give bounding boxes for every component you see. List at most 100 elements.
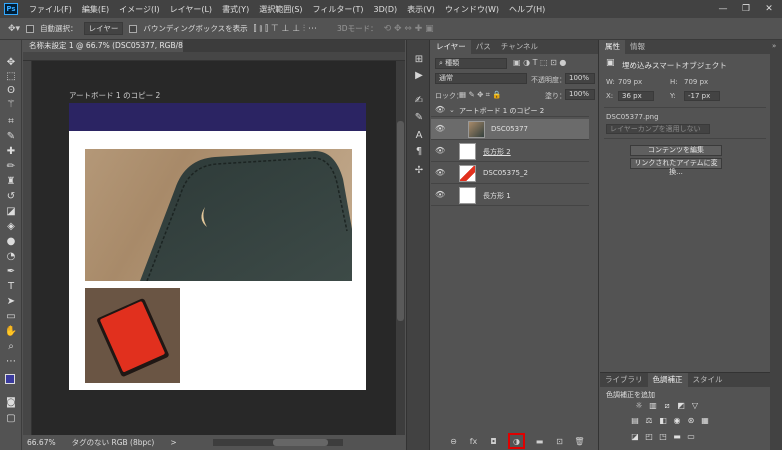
menu-file[interactable]: ファイル(F) — [24, 4, 77, 15]
align-icons[interactable]: ⫿ ⫾ ⫿ ⊤ ⊥ ⊥ ⫶ ⋯ — [254, 24, 317, 34]
artboard-group-row[interactable]: 👁 ⌄ アートボード 1 のコピー 2 — [431, 103, 589, 117]
h-value[interactable]: 709 px — [684, 78, 708, 86]
color-balance-icon[interactable]: ⚖ — [644, 416, 654, 426]
new-group-icon[interactable]: ▬ — [534, 436, 545, 447]
new-layer-icon[interactable]: ⊡ — [554, 436, 565, 447]
brush-settings-icon[interactable]: ✍ — [413, 95, 425, 107]
layer-row-rect-2[interactable]: 👁 長方形 2 — [431, 141, 589, 162]
zoom-tool-icon[interactable]: ⌕ — [3, 340, 19, 354]
screen-mode-icon[interactable]: ▢ — [3, 412, 19, 426]
tab-layers[interactable]: レイヤー — [431, 40, 471, 54]
visibility-eye-icon[interactable]: 👁 — [435, 191, 445, 199]
add-mask-icon[interactable]: ◘ — [488, 436, 499, 447]
move-tool-icon[interactable]: ✥▾ — [8, 24, 20, 34]
blur-tool-icon[interactable]: ● — [3, 235, 19, 249]
eraser-tool-icon[interactable]: ◪ — [3, 205, 19, 219]
status-arrow-icon[interactable]: > — [170, 438, 176, 447]
menu-select[interactable]: 選択範囲(S) — [254, 4, 307, 15]
threshold-icon[interactable]: ◳ — [658, 432, 668, 442]
filter-icons[interactable]: ▣ ◑ T ⬚ ⊡ ● — [513, 58, 566, 67]
lock-icons[interactable]: ▦ ✎ ✥ ⌗ 🔒 — [459, 90, 502, 100]
visibility-eye-icon[interactable]: 👁 — [435, 147, 445, 155]
invert-icon[interactable]: ◪ — [630, 432, 640, 442]
tab-info[interactable]: 情報 — [625, 40, 650, 54]
y-field[interactable]: -17 px — [684, 91, 720, 101]
menu-3d[interactable]: 3D(D) — [369, 5, 403, 14]
menu-filter[interactable]: フィルター(T) — [308, 4, 369, 15]
link-layers-icon[interactable]: ⊖ — [448, 436, 459, 447]
transform-icon[interactable]: ✢ — [413, 165, 425, 177]
convert-linked-button[interactable]: リンクされたアイテムに変換... — [630, 158, 722, 176]
layer-row-dsc05375-2[interactable]: 👁 DSC05375_2 — [431, 163, 589, 184]
path-select-icon[interactable]: ➤ — [3, 295, 19, 309]
gradient-tool-icon[interactable]: ◈ — [3, 220, 19, 234]
auto-select-checkbox[interactable] — [26, 24, 35, 33]
vibrance-icon[interactable]: ▽ — [690, 401, 700, 411]
tab-properties[interactable]: 属性 — [600, 40, 625, 54]
dodge-tool-icon[interactable]: ◔ — [3, 250, 19, 264]
tab-styles[interactable]: スタイル — [688, 373, 728, 387]
pen-tool-icon[interactable]: ✒ — [3, 265, 19, 279]
w-value[interactable]: 709 px — [618, 78, 642, 86]
blend-mode-dropdown[interactable]: 通常 — [435, 73, 527, 84]
photo-filter-icon[interactable]: ◉ — [672, 416, 682, 426]
posterize-icon[interactable]: ◰ — [644, 432, 654, 442]
curves-icon[interactable]: ⧄ — [662, 401, 672, 411]
history-icon[interactable]: ⊞ — [413, 54, 425, 66]
visibility-eye-icon[interactable]: 👁 — [435, 106, 445, 114]
levels-icon[interactable]: ▥ — [648, 401, 658, 411]
tab-adjustments[interactable]: 色調補正 — [647, 373, 688, 387]
x-field[interactable]: 36 px — [618, 91, 654, 101]
menu-edit[interactable]: 編集(E) — [77, 4, 114, 15]
paragraph-icon[interactable]: ¶ — [413, 146, 425, 158]
vertical-scrollbar[interactable] — [396, 61, 405, 435]
quick-mask-icon[interactable]: ◙ — [3, 396, 19, 410]
layer-comp-dropdown[interactable]: レイヤーカンプを適用しない — [606, 124, 710, 134]
exposure-icon[interactable]: ◩ — [676, 401, 686, 411]
bw-icon[interactable]: ◧ — [658, 416, 668, 426]
eyedropper-icon[interactable]: ✎ — [3, 130, 19, 144]
menu-layer[interactable]: レイヤー(L) — [165, 4, 217, 15]
maximize-button[interactable]: ❐ — [735, 0, 757, 18]
brush-tool-icon[interactable]: ✏ — [3, 160, 19, 174]
menu-help[interactable]: ヘルプ(H) — [504, 4, 550, 15]
scroll-thumb[interactable] — [397, 121, 404, 321]
hue-sat-icon[interactable]: ▤ — [630, 416, 640, 426]
fill-field[interactable]: 100% — [565, 89, 595, 100]
magic-wand-icon[interactable]: ⚚ — [3, 98, 19, 112]
menu-window[interactable]: ウィンドウ(W) — [440, 4, 504, 15]
artboard-label[interactable]: アートボード 1 のコピー 2 — [69, 90, 160, 101]
menu-image[interactable]: イメージ(I) — [114, 4, 164, 15]
h-scroll-thumb[interactable] — [272, 439, 328, 446]
document-tab[interactable]: 名称未設定 1 @ 66.7% (DSC05377, RGB/8#) * ✕ — [23, 40, 183, 52]
tab-libraries[interactable]: ライブラリ — [600, 373, 648, 387]
layer-row-dsc05377[interactable]: 👁 DSC05377 — [431, 119, 589, 140]
layer-row-rect-1[interactable]: 👁 長方形 1 — [431, 185, 589, 206]
opacity-field[interactable]: 100% — [565, 73, 595, 84]
trash-icon[interactable]: 🗑 — [574, 436, 585, 447]
more-tools-icon[interactable]: ⋯ — [3, 355, 19, 369]
visibility-eye-icon[interactable]: 👁 — [435, 125, 445, 133]
document-info[interactable]: タグのない RGB (8bpc) — [72, 437, 155, 448]
kind-filter-dropdown[interactable]: ⌕ 種類 — [435, 58, 507, 69]
menu-view[interactable]: 表示(V) — [402, 4, 440, 15]
healing-brush-icon[interactable]: ✚ — [3, 145, 19, 159]
visibility-eye-icon[interactable]: 👁 — [435, 169, 445, 177]
stamp-tool-icon[interactable]: ♜ — [3, 175, 19, 189]
play-icon[interactable]: ▶ — [413, 70, 425, 82]
artboard[interactable] — [69, 103, 366, 390]
bounding-box-checkbox[interactable] — [129, 24, 138, 33]
minimize-button[interactable]: — — [712, 0, 734, 18]
channel-mixer-icon[interactable]: ⊛ — [686, 416, 696, 426]
hand-tool-icon[interactable]: ✋ — [3, 325, 19, 339]
crop-tool-icon[interactable]: ⌗ — [3, 115, 19, 129]
lasso-tool-icon[interactable]: ʘ — [3, 84, 19, 98]
chevron-down-icon[interactable]: ⌄ — [449, 106, 455, 114]
zoom-level[interactable]: 66.67% — [27, 438, 56, 447]
tab-channels[interactable]: チャンネル — [496, 40, 543, 54]
color-lookup-icon[interactable]: ▦ — [700, 416, 710, 426]
selective-color-icon[interactable]: ▭ — [686, 432, 696, 442]
auto-select-dropdown[interactable]: レイヤー — [83, 22, 124, 35]
fx-icon[interactable]: fx — [468, 436, 479, 447]
shape-tool-icon[interactable]: ▭ — [3, 310, 19, 324]
